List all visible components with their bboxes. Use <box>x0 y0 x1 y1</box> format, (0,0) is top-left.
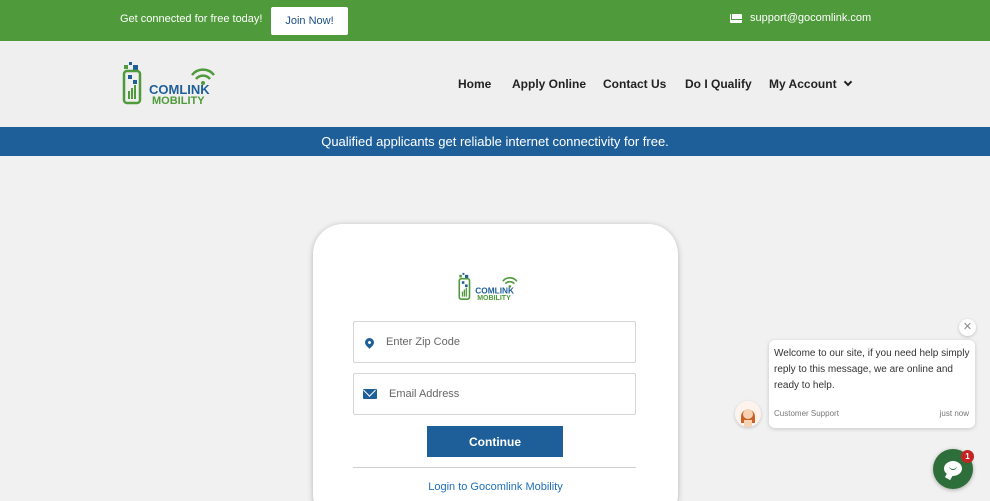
chevron-down-icon <box>843 77 852 87</box>
nav-my-account[interactable]: My Account <box>769 77 852 91</box>
map-pin-icon <box>363 335 376 349</box>
support-contact[interactable]: support@gocomlink.com <box>730 12 871 24</box>
info-banner: Qualified applicants get reliable intern… <box>0 127 990 156</box>
top-bar: Get connected for free today! Join Now! … <box>0 0 990 41</box>
svg-text:MOBILITY: MOBILITY <box>477 295 511 302</box>
nav-home[interactable]: Home <box>458 77 491 91</box>
chat-timestamp: just now <box>939 409 969 418</box>
zip-code-field[interactable] <box>353 321 636 363</box>
email-input[interactable] <box>389 388 619 400</box>
svg-text:MOBILITY: MOBILITY <box>152 95 205 107</box>
site-header: COMLINK MOBILITY Home Apply Online Conta… <box>0 41 990 127</box>
unread-badge: 1 <box>961 450 974 463</box>
comlink-logo[interactable]: COMLINK MOBILITY <box>122 61 222 107</box>
chat-close-button[interactable]: ✕ <box>959 319 976 336</box>
login-link[interactable]: Login to Gocomlink Mobility <box>313 481 678 493</box>
join-now-button[interactable]: Join Now! <box>271 7 348 35</box>
continue-button[interactable]: Continue <box>427 426 563 457</box>
divider <box>353 467 636 468</box>
chat-message: Welcome to our site, if you need help si… <box>774 348 970 391</box>
envelope-icon <box>363 389 377 399</box>
signup-card: COMLINK MOBILITY Continue Login to Gocom… <box>313 224 678 501</box>
nav-do-i-qualify[interactable]: Do I Qualify <box>685 77 752 91</box>
comlink-logo-small: COMLINK MOBILITY <box>458 272 518 302</box>
chat-message-bubble[interactable]: Welcome to our site, if you need help si… <box>769 340 975 428</box>
envelope-icon <box>730 13 742 23</box>
promo-text: Get connected for free today! <box>120 13 263 25</box>
nav-apply-online[interactable]: Apply Online <box>512 77 586 91</box>
email-field[interactable] <box>353 373 636 415</box>
agent-avatar <box>735 401 761 427</box>
chat-agent-name: Customer Support <box>774 409 839 418</box>
svg-text:COMLINK: COMLINK <box>475 285 514 295</box>
support-email[interactable]: support@gocomlink.com <box>750 12 871 24</box>
zip-code-input[interactable] <box>386 336 616 348</box>
nav-contact-us[interactable]: Contact Us <box>603 77 666 91</box>
nav-my-account-label: My Account <box>769 77 837 91</box>
close-icon: ✕ <box>962 321 973 333</box>
